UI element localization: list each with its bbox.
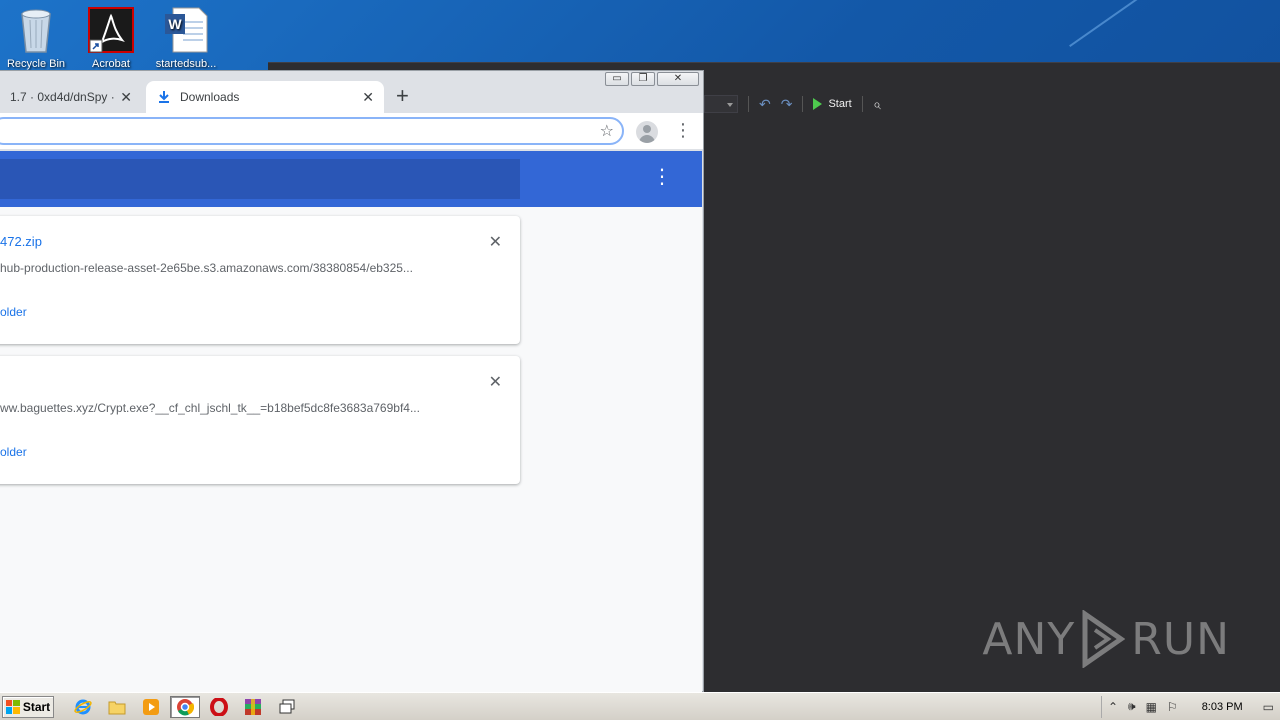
show-in-folder-link[interactable]: older — [0, 305, 27, 319]
downloads-menu-icon[interactable]: ⋮ — [652, 165, 672, 189]
download-icon — [156, 89, 172, 105]
clock[interactable]: 8:03 PM — [1202, 701, 1243, 713]
watermark-play-icon — [1082, 610, 1126, 668]
download-item: 472.zip hub-production-release-asset-2e6… — [0, 216, 520, 344]
toolbar-separator — [748, 96, 749, 112]
undo-icon[interactable]: ↶ — [759, 97, 771, 111]
start-button[interactable]: Start — [2, 695, 54, 718]
downloads-header: ⋮ — [0, 151, 702, 207]
tab-strip: 1.7 · 0xd4d/dnSpy · Git ✕ Downloads ✕ + — [0, 81, 703, 113]
close-tab-icon[interactable]: ✕ — [120, 89, 132, 106]
config-dropdown[interactable] — [704, 95, 738, 113]
close-tab-icon[interactable]: ✕ — [362, 89, 374, 106]
tab-title: 1.7 · 0xd4d/dnSpy · Git — [10, 90, 114, 104]
acrobat-icon — [88, 6, 134, 54]
media-player-icon[interactable] — [136, 696, 166, 718]
remove-download-icon[interactable]: ✕ — [489, 232, 502, 252]
anyrun-watermark: ANY RUN — [982, 610, 1230, 668]
start-label: Start — [22, 699, 51, 714]
search-icon[interactable]: ⌕ — [873, 96, 881, 113]
desktop-icon-acrobat[interactable]: Acrobat — [75, 6, 147, 70]
downloads-page: ⋮ 472.zip hub-production-release-asset-2… — [0, 151, 702, 692]
start-debug-button[interactable]: Start — [813, 98, 852, 110]
tab-downloads[interactable]: Downloads ✕ — [146, 81, 384, 113]
browser-toolbar: ☆ ⋮ — [0, 113, 703, 149]
explorer-icon[interactable] — [102, 696, 132, 718]
ie-icon[interactable] — [68, 696, 98, 718]
chrome-icon[interactable] — [170, 695, 200, 718]
remove-download-icon[interactable]: ✕ — [489, 372, 502, 392]
redo-icon[interactable]: ↷ — [781, 97, 793, 111]
recycle-bin-icon — [13, 6, 59, 54]
opera-icon[interactable] — [204, 696, 234, 718]
taskbar: Start ⌃ 🕪 ▦ ⚐ 8:03 PM ▭ — [0, 692, 1280, 720]
download-file-name[interactable]: 472.zip — [0, 234, 42, 249]
background-app-toolbar: ↶ ↷ Start ⌕ — [704, 93, 881, 115]
winrar-icon[interactable] — [238, 696, 268, 718]
desktop-icon-recycle-bin[interactable]: Recycle Bin — [0, 6, 72, 70]
word-document-icon: W — [163, 6, 209, 54]
network-icon[interactable]: ▦ — [1146, 700, 1157, 714]
address-bar[interactable]: ☆ — [0, 117, 624, 145]
desktop-icon-document[interactable]: W startedsub... — [150, 6, 222, 70]
show-hidden-icons-icon[interactable]: ⌃ — [1108, 700, 1118, 714]
browser-window: ▭ ❐ ✕ 1.7 · 0xd4d/dnSpy · Git ✕ Download… — [0, 70, 704, 692]
desktop-icon-label: startedsub... — [155, 58, 217, 70]
watermark-left-text: ANY — [982, 613, 1076, 665]
watermark-right-text: RUN — [1131, 613, 1230, 665]
quick-launch — [68, 695, 302, 718]
windows-logo-icon — [5, 699, 20, 714]
toolbar-separator — [802, 96, 804, 112]
action-center-flag-icon[interactable]: ⚐ — [1167, 700, 1178, 714]
download-item: ww.baguettes.xyz/Crypt.exe?__cf_chl_jsch… — [0, 356, 520, 484]
download-source-url: ww.baguettes.xyz/Crypt.exe?__cf_chl_jsch… — [0, 401, 420, 415]
play-icon — [813, 98, 823, 110]
svg-text:W: W — [168, 16, 182, 32]
show-in-folder-link[interactable]: older — [0, 445, 27, 459]
system-tray: ⌃ 🕪 ▦ ⚐ 8:03 PM ▭ — [1100, 695, 1280, 718]
tab-title: Downloads — [180, 90, 240, 104]
start-debug-label: Start — [828, 98, 852, 110]
volume-icon[interactable]: 🕪 — [1128, 699, 1136, 714]
tab-dnspy[interactable]: 1.7 · 0xd4d/dnSpy · Git ✕ — [0, 81, 142, 113]
profile-avatar-icon[interactable] — [636, 121, 658, 143]
browser-menu-icon[interactable]: ⋮ — [674, 119, 692, 141]
download-source-url: hub-production-release-asset-2e65be.s3.a… — [0, 261, 413, 275]
desktop-icon-label: Acrobat — [92, 58, 130, 70]
desktop-icon-label: Recycle Bin — [6, 58, 66, 70]
toolbar-separator — [861, 96, 863, 112]
bookmark-star-icon[interactable]: ☆ — [600, 121, 614, 141]
new-tab-button[interactable]: + — [396, 85, 409, 107]
show-desktop-icon[interactable]: ▭ — [1263, 700, 1274, 714]
switch-windows-icon[interactable] — [272, 696, 302, 718]
search-downloads-input[interactable] — [0, 159, 520, 199]
